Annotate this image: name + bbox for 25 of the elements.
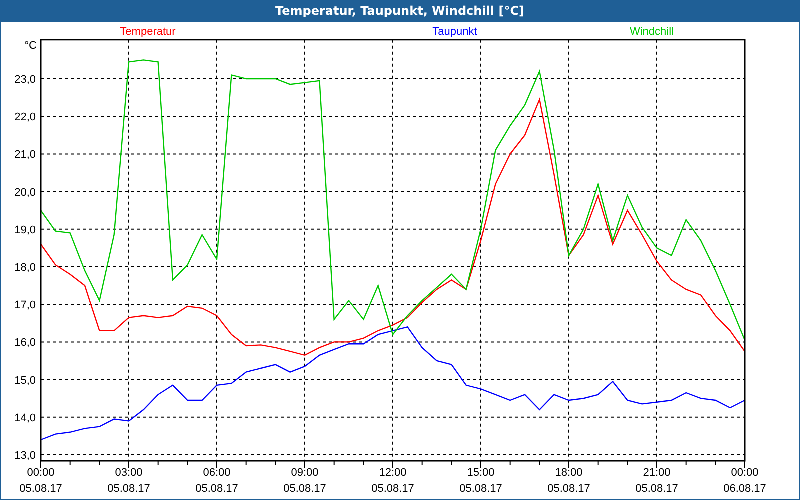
y-tick-label: 15,0 xyxy=(14,374,36,387)
y-tick-label: 21,0 xyxy=(14,149,36,162)
x-tick-label: 18:00 05.08.17 xyxy=(548,467,590,496)
legend-label: Taupunkt xyxy=(432,26,478,38)
x-tick-label: 06:00 05.08.17 xyxy=(196,467,238,496)
y-tick-label: 17,0 xyxy=(14,300,36,312)
x-tick-label: 12:00 05.08.17 xyxy=(372,467,414,496)
x-tick-label: 21:00 05.08.17 xyxy=(636,467,678,496)
y-tick-label: 14,0 xyxy=(14,412,36,424)
y-tick-label: 23,0 xyxy=(14,74,36,86)
legend-label: Windchill xyxy=(630,26,674,38)
y-tick-label: 13,0 xyxy=(14,450,36,462)
x-tick-label: 09:00 05.08.17 xyxy=(284,467,326,496)
x-tick-label: 00:00 05.08.17 xyxy=(20,467,62,496)
legend-label: Temperatur xyxy=(120,26,176,38)
y-tick-label: 20,0 xyxy=(14,186,36,199)
y-tick-label: 16,0 xyxy=(14,337,36,350)
x-tick-label: 00:00 06.08.17 xyxy=(724,467,766,496)
x-tick-label: 15:00 05.08.17 xyxy=(460,467,502,496)
x-tick-label: 03:00 05.08.17 xyxy=(108,467,150,496)
y-tick-label: 18,0 xyxy=(14,262,36,274)
y-tick-label: 19,0 xyxy=(14,224,36,236)
y-axis-unit: °C xyxy=(24,40,37,52)
y-tick-label: 22,0 xyxy=(14,112,36,124)
window-title: Temperatur, Taupunkt, Windchill [°C] xyxy=(276,3,524,20)
